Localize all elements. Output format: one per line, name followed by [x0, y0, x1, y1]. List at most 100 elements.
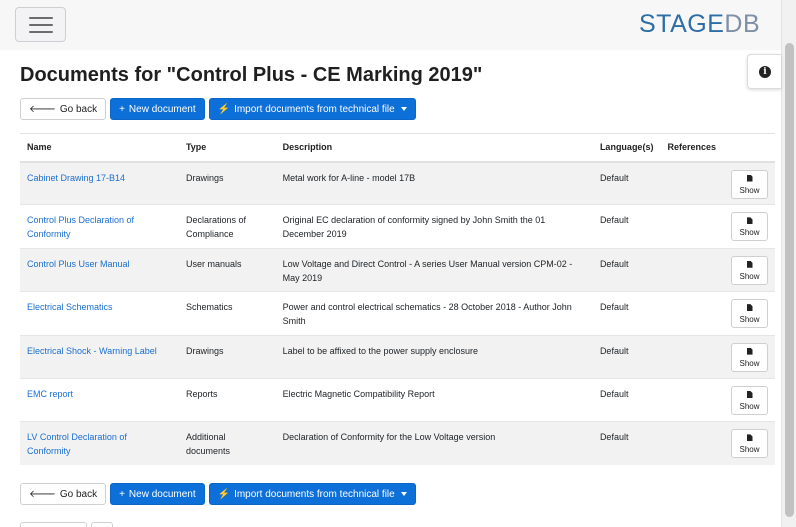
info-button[interactable]: i [747, 54, 781, 89]
document-references [660, 160, 723, 205]
plus-icon: + [119, 488, 125, 500]
table-row: Electrical Schematics Schematics Power and… [20, 291, 775, 336]
document-name-link[interactable]: Electrical Schematics [20, 291, 179, 336]
row-actions: Show [722, 204, 775, 249]
plus-icon: + [119, 103, 125, 115]
show-button[interactable]: Show [731, 212, 768, 242]
row-actions: Show [722, 160, 775, 205]
document-references [660, 247, 723, 292]
document-description: Original EC declaration of conformity si… [275, 204, 593, 249]
show-button-label: Show [739, 358, 760, 368]
table-row: EMC report Reports Electric Magnetic Compa… [20, 377, 775, 422]
file-icon [746, 217, 753, 225]
caret-down-icon [400, 107, 407, 111]
show-button-label: Show [739, 315, 760, 325]
file-icon [746, 260, 753, 268]
document-name-link[interactable]: Control Plus Declaration of Conformity [20, 204, 179, 249]
document-name-link[interactable]: Electrical Shock - Warning Label [20, 334, 179, 379]
document-name-link[interactable]: Control Plus User Manual [20, 247, 179, 292]
column-header-actions [722, 133, 775, 163]
document-type: Reports [178, 377, 276, 422]
document-language: Default [592, 291, 661, 336]
document-language: Default [592, 204, 661, 249]
document-type: Declarations of Compliance [178, 204, 276, 249]
vertical-scrollbar[interactable] [781, 0, 796, 527]
document-name-link[interactable]: LV Control Declaration of Conformity [20, 421, 179, 466]
documents-table: Name Type Description Language(s) Refere… [20, 133, 775, 466]
document-description: Metal work for A-line - model 17B [275, 160, 593, 205]
file-icon [746, 434, 753, 442]
table-row: Control Plus Declaration of Conformity De… [20, 204, 775, 249]
row-actions: Show [722, 421, 775, 466]
column-header-name[interactable]: Name [20, 133, 179, 163]
document-references [660, 204, 723, 249]
table-row: Control Plus User Manual User manuals Low … [20, 247, 775, 292]
scrollbar-thumb[interactable] [785, 43, 794, 517]
column-header-description[interactable]: Description [275, 133, 593, 163]
column-header-references[interactable]: References [660, 133, 723, 163]
go-back-button-bottom[interactable]: 🡐 Go back [20, 483, 107, 505]
document-references [660, 291, 723, 336]
bottom-action-bar: 🡐 Go back + New document ⚡ Import documents… [20, 483, 416, 505]
column-header-languages[interactable]: Language(s) [592, 133, 661, 163]
partial-button[interactable] [91, 522, 113, 527]
table-row: LV Control Declaration of Conformity Addi… [20, 421, 775, 466]
document-description: Declaration of Conformity for the Low Vo… [275, 421, 593, 466]
arrow-left-icon: 🡐 [29, 104, 56, 115]
show-button[interactable]: Show [731, 169, 768, 199]
row-actions: Show [722, 334, 775, 379]
document-type: User manuals [178, 247, 276, 292]
table-row: Cabinet Drawing 17-B14 Drawings Metal work… [20, 160, 775, 205]
show-button[interactable]: Show [731, 385, 768, 415]
import-documents-dropdown-bottom[interactable]: ⚡ Import documents from technical file [208, 483, 416, 505]
document-language: Default [592, 247, 661, 292]
show-button[interactable]: Show [731, 255, 768, 285]
row-actions: Show [722, 377, 775, 422]
import-documents-dropdown[interactable]: ⚡ Import documents from technical file [208, 98, 416, 120]
show-button-label: Show [739, 271, 760, 281]
show-button-label: Show [739, 185, 760, 195]
arrow-left-icon: 🡐 [29, 489, 56, 500]
new-document-button-bottom[interactable]: + New document [110, 483, 205, 505]
document-type: Schematics [178, 291, 276, 336]
file-icon [746, 174, 753, 182]
document-references [660, 377, 723, 422]
document-description: Electric Magnetic Compatibility Report [275, 377, 593, 422]
partial-button[interactable] [20, 522, 87, 527]
show-button[interactable]: Show [731, 429, 768, 459]
file-icon [746, 347, 753, 355]
file-icon [746, 304, 753, 312]
document-language: Default [592, 334, 661, 379]
document-type: Drawings [178, 160, 276, 205]
table-row: Electrical Shock - Warning Label Drawings… [20, 334, 775, 379]
document-description: Power and control electrical schematics … [275, 291, 593, 336]
go-back-button[interactable]: 🡐 Go back [20, 98, 107, 120]
row-actions: Show [722, 291, 775, 336]
show-button[interactable]: Show [731, 299, 768, 329]
table-header-row: Name Type Description Language(s) Refere… [20, 133, 775, 163]
document-type: Additional documents [178, 421, 276, 466]
document-references [660, 421, 723, 466]
top-action-bar: 🡐 Go back + New document ⚡ Import documents… [20, 98, 416, 120]
top-navbar: STAGEDB [0, 0, 781, 50]
document-name-link[interactable]: Cabinet Drawing 17-B14 [20, 160, 179, 205]
document-references [660, 334, 723, 379]
hamburger-icon[interactable] [15, 7, 66, 42]
column-header-type[interactable]: Type [178, 133, 276, 163]
show-button[interactable]: Show [731, 342, 768, 372]
document-type: Drawings [178, 334, 276, 379]
app-logo[interactable]: STAGEDB [639, 10, 760, 39]
magic-wand-icon: ⚡ [217, 488, 231, 500]
info-icon: i [759, 66, 771, 78]
document-language: Default [592, 377, 661, 422]
new-document-button[interactable]: + New document [110, 98, 205, 120]
show-button-label: Show [739, 228, 760, 238]
caret-down-icon [400, 492, 407, 496]
document-description: Label to be affixed to the power supply … [275, 334, 593, 379]
document-name-link[interactable]: EMC report [20, 377, 179, 422]
document-language: Default [592, 160, 661, 205]
show-button-label: Show [739, 445, 760, 455]
document-language: Default [592, 421, 661, 466]
magic-wand-icon: ⚡ [217, 103, 231, 115]
row-actions: Show [722, 247, 775, 292]
